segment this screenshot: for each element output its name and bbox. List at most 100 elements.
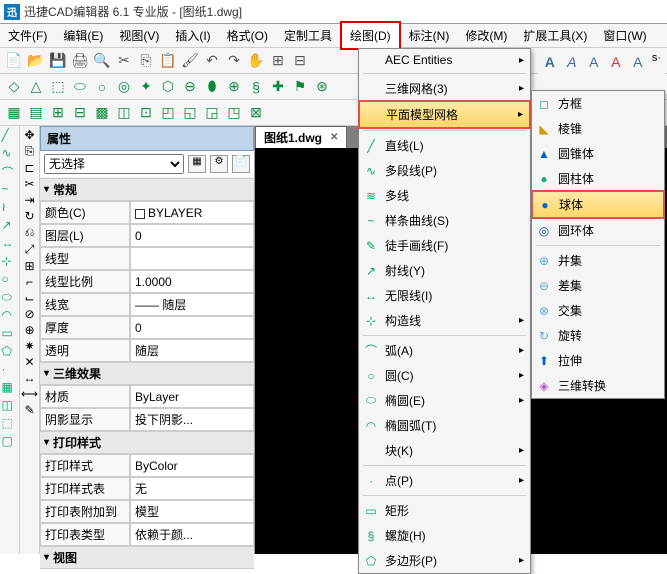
- mesh1-icon[interactable]: ▦: [4, 103, 24, 123]
- draw-item-helix[interactable]: §螺旋(H): [359, 523, 530, 548]
- prop-btn1-icon[interactable]: ▦: [188, 155, 206, 173]
- cut-icon[interactable]: ✂: [114, 51, 134, 71]
- ltool-rect-icon[interactable]: ▭: [2, 326, 18, 342]
- prop-mat-v[interactable]: ByLayer: [130, 385, 254, 408]
- ltool-free-icon[interactable]: ≀: [2, 200, 18, 216]
- prop-color-v[interactable]: BYLAYER: [130, 201, 254, 224]
- shape-donut-icon[interactable]: ◎: [114, 77, 134, 97]
- prop-pstyle-v[interactable]: ByColor: [130, 454, 254, 477]
- ltool-wipe-icon[interactable]: ▢: [2, 434, 18, 450]
- ltool-xl-icon[interactable]: ↔: [2, 236, 18, 252]
- draw-item-pline[interactable]: ∿多段线(P): [359, 158, 530, 183]
- draw-item-point[interactable]: ·点(P)▸: [359, 468, 530, 493]
- view1-icon[interactable]: ⊞: [268, 51, 288, 71]
- prop-ptable-v[interactable]: 无: [130, 477, 254, 500]
- mtool-trim-icon[interactable]: ✂: [24, 177, 34, 191]
- menu-edit[interactable]: 编辑(E): [55, 23, 111, 48]
- ltool-ell-icon[interactable]: ⬭: [2, 290, 18, 306]
- tab-close-icon[interactable]: ✕: [330, 132, 338, 143]
- sub-item-torus[interactable]: ◎圆环体: [532, 218, 664, 243]
- copy-icon[interactable]: ⎘: [136, 51, 156, 71]
- shape-diamond-icon[interactable]: ◇: [4, 77, 24, 97]
- ltool-line-icon[interactable]: ╱: [2, 128, 18, 144]
- drawing-tab[interactable]: 图纸1.dwg ✕: [255, 126, 347, 149]
- prop-section-view[interactable]: 视图: [40, 546, 254, 569]
- mtool-brk-icon[interactable]: ⊘: [24, 307, 34, 321]
- prop-section-fx[interactable]: 三维效果: [40, 362, 254, 385]
- shape-torus-icon[interactable]: ⊖: [180, 77, 200, 97]
- shape-hex-icon[interactable]: ⬡: [158, 77, 178, 97]
- draw-item-polygon[interactable]: ⬠多边形(P)▸: [359, 548, 530, 573]
- prop-trans-v[interactable]: 随层: [130, 339, 254, 362]
- draw-item-spline[interactable]: ~样条曲线(S): [359, 208, 530, 233]
- draw-item-earc[interactable]: ◠椭圆弧(T): [359, 413, 530, 438]
- shape-spiral-icon[interactable]: §: [246, 77, 266, 97]
- shape-ext-icon[interactable]: ⬮: [202, 77, 222, 97]
- draw-item-rect[interactable]: ▭矩形: [359, 498, 530, 523]
- sub-item-box[interactable]: ◻方框: [532, 91, 664, 116]
- draw-item-freehand[interactable]: ✎徒手画线(F): [359, 233, 530, 258]
- sub-item-sphere[interactable]: ●球体: [531, 190, 665, 219]
- shape-cross-icon[interactable]: ✚: [268, 77, 288, 97]
- menu-format[interactable]: 格式(O): [219, 23, 276, 48]
- pan-icon[interactable]: ✋: [246, 51, 266, 71]
- mtool-fil-icon[interactable]: ⌐: [26, 275, 33, 289]
- mtool-mir-icon[interactable]: ⎌: [25, 225, 35, 240]
- mtool-cham-icon[interactable]: ⌙: [24, 291, 34, 305]
- shape-misc-icon[interactable]: ⊛: [312, 77, 332, 97]
- paste-icon[interactable]: 📋: [158, 51, 178, 71]
- draw-item-block[interactable]: 块(K)▸: [359, 438, 530, 463]
- shape-flag-icon[interactable]: ⚑: [290, 77, 310, 97]
- prop-pattach-v[interactable]: 模型: [130, 500, 254, 523]
- draw-item-ellipse[interactable]: ⬭椭圆(E)▸: [359, 388, 530, 413]
- draw-item-ray[interactable]: ↗射线(Y): [359, 258, 530, 283]
- draw-item-mesh3d[interactable]: 三维网格(3)▸: [359, 76, 530, 101]
- text3-icon[interactable]: A: [584, 52, 604, 72]
- menu-file[interactable]: 文件(F): [0, 23, 55, 48]
- undo-icon[interactable]: ↶: [202, 51, 222, 71]
- sub-item-extrude[interactable]: ⬆拉伸: [532, 348, 664, 373]
- mtool-edit-icon[interactable]: ✎: [24, 403, 34, 417]
- draw-item-arc[interactable]: ⌒弧(A)▸: [359, 338, 530, 363]
- draw-item-xline[interactable]: ↔无限线(I): [359, 283, 530, 308]
- draw-item-line[interactable]: ╱直线(L): [359, 133, 530, 158]
- mesh4-icon[interactable]: ⊟: [70, 103, 90, 123]
- ltool-arc-icon[interactable]: ⌒: [2, 164, 18, 180]
- ltool-pt-icon[interactable]: ·: [2, 362, 18, 378]
- sub-item-convert[interactable]: ◈三维转换: [532, 373, 664, 398]
- menu-window[interactable]: 窗口(W): [595, 23, 654, 48]
- menu-modify[interactable]: 修改(M): [457, 23, 515, 48]
- prop-shade-v[interactable]: 投下阴影...: [130, 408, 254, 431]
- shape-globe-icon[interactable]: ⊕: [224, 77, 244, 97]
- prop-btn3-icon[interactable]: 📄: [232, 155, 250, 173]
- text2-icon[interactable]: A: [562, 52, 582, 72]
- mtool-len-icon[interactable]: ⟷: [21, 387, 38, 401]
- mesh9-icon[interactable]: ◱: [180, 103, 200, 123]
- shape-cube-icon[interactable]: ⬚: [48, 77, 68, 97]
- prop-section-general[interactable]: 常规: [40, 178, 254, 201]
- ltool-cl-icon[interactable]: ⊹: [2, 254, 18, 270]
- mtool-offset-icon[interactable]: ⊏: [24, 161, 34, 175]
- menu-annotate[interactable]: 标注(N): [401, 23, 458, 48]
- sub-item-intersect[interactable]: ⊗交集: [532, 298, 664, 323]
- shape-circ-icon[interactable]: ○: [92, 77, 112, 97]
- ltool-earc-icon[interactable]: ◠: [2, 308, 18, 324]
- mtool-arr-icon[interactable]: ⊞: [24, 259, 34, 273]
- redo-icon[interactable]: ↷: [224, 51, 244, 71]
- save-icon[interactable]: 💾: [48, 51, 68, 71]
- new-icon[interactable]: 📄: [4, 51, 24, 71]
- mesh8-icon[interactable]: ◰: [158, 103, 178, 123]
- sub-item-wedge[interactable]: ◣棱锥: [532, 116, 664, 141]
- prop-ltype-v[interactable]: [130, 247, 254, 270]
- sub-item-subtract[interactable]: ⊖差集: [532, 273, 664, 298]
- mesh3-icon[interactable]: ⊞: [48, 103, 68, 123]
- prop-ltscale-v[interactable]: 1.0000: [130, 270, 254, 293]
- prop-selector[interactable]: 无选择: [44, 154, 184, 174]
- mtool-exp-icon[interactable]: ✷: [24, 339, 34, 353]
- menu-insert[interactable]: 插入(I): [167, 23, 218, 48]
- prop-layer-v[interactable]: 0: [130, 224, 254, 247]
- mtool-copy-icon[interactable]: ⎘: [25, 144, 35, 159]
- menu-ext[interactable]: 扩展工具(X): [515, 23, 595, 48]
- draw-item-planemesh[interactable]: 平面模型网格▸: [358, 100, 531, 129]
- sub-item-cylinder[interactable]: ●圆柱体: [532, 166, 664, 191]
